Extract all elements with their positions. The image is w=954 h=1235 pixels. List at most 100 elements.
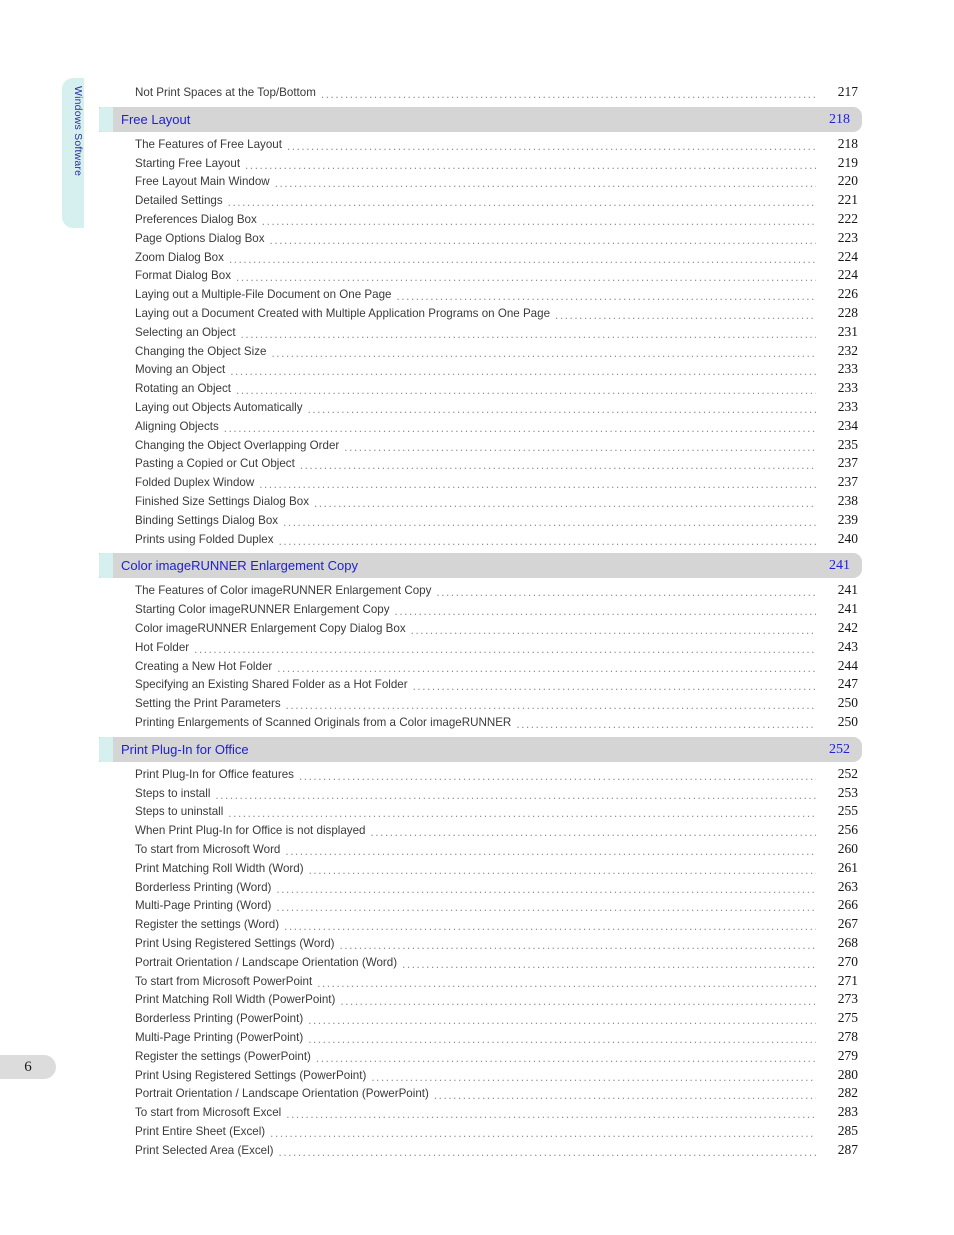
toc-entry[interactable]: Portrait Orientation / Landscape Orienta…	[135, 1085, 858, 1104]
toc-entry[interactable]: Laying out a Multiple-File Document on O…	[135, 286, 858, 305]
toc-leader-dots	[370, 828, 816, 841]
toc-entry[interactable]: Selecting an Object 231	[135, 324, 858, 343]
toc-entry[interactable]: Print Plug-In for Office features 252	[135, 766, 858, 785]
toc-entry[interactable]: Detailed Settings 221	[135, 192, 858, 211]
toc-entry[interactable]: Pasting a Copied or Cut Object 237	[135, 455, 858, 474]
toc-entry[interactable]: Portrait Orientation / Landscape Orienta…	[135, 954, 858, 973]
toc-entry[interactable]: Page Options Dialog Box 223	[135, 230, 858, 249]
toc-entry[interactable]: Hot Folder 243	[135, 639, 858, 658]
toc-entry[interactable]: Starting Free Layout 219	[135, 155, 858, 174]
toc-entry-title: Multi-Page Printing (PowerPoint)	[135, 1031, 304, 1044]
toc-leader-dots	[300, 461, 816, 474]
toc-entry[interactable]: Specifying an Existing Shared Folder as …	[135, 676, 858, 695]
toc-entry[interactable]: Borderless Printing (PowerPoint) 275	[135, 1010, 858, 1029]
toc-entry[interactable]: Starting Color imageRUNNER Enlargement C…	[135, 601, 858, 620]
toc-leader-dots	[228, 198, 816, 211]
toc-entry[interactable]: Color imageRUNNER Enlargement Copy Dialo…	[135, 620, 858, 639]
section-header-page-number: 241	[829, 558, 850, 574]
toc-entry[interactable]: Steps to install 253	[135, 785, 858, 804]
toc-entry[interactable]: Print Matching Roll Width (PowerPoint) 27…	[135, 991, 858, 1010]
toc-leader-dots	[283, 518, 816, 531]
toc-entry-page-number: 224	[837, 248, 858, 264]
toc-leader-dots	[224, 424, 816, 437]
toc-entry-title: Moving an Object	[135, 363, 226, 377]
toc-entry[interactable]: Zoom Dialog Box 224	[135, 249, 858, 268]
toc-entry[interactable]: The Features of Color imageRUNNER Enlarg…	[135, 582, 858, 601]
toc-entry-title: Prints using Folded Duplex	[135, 532, 274, 546]
toc-entry[interactable]: Moving an Object 233	[135, 361, 858, 380]
toc-entry[interactable]: Steps to uninstall 255	[135, 803, 858, 822]
toc-entry[interactable]: Not Print Spaces at the Top/Bottom 217	[135, 84, 858, 103]
toc-entry-title: Borderless Printing (PowerPoint)	[135, 1012, 304, 1026]
toc-entry[interactable]: Print Using Registered Settings (PowerPo…	[135, 1067, 858, 1086]
toc-entry[interactable]: Setting the Print Parameters 250	[135, 695, 858, 714]
toc-entry[interactable]: Creating a New Hot Folder 244	[135, 658, 858, 677]
toc-entry-page-number: 242	[837, 620, 858, 635]
toc-entry-page-number: 233	[837, 399, 858, 414]
toc-entry-page-number: 279	[837, 1047, 858, 1063]
toc-entry-title: Print Plug-In for Office features	[135, 767, 294, 781]
toc-entry[interactable]: Finished Size Settings Dialog Box 238	[135, 493, 858, 512]
toc-entry-page-number: 273	[837, 991, 858, 1007]
toc-entry[interactable]: Binding Settings Dialog Box 239	[135, 512, 858, 531]
toc-entry-page-number: 256	[837, 822, 858, 838]
toc-leader-dots	[228, 809, 816, 822]
toc-entry-title: The Features of Color imageRUNNER Enlarg…	[135, 584, 432, 598]
toc-entry-title: Print Entire Sheet (Excel)	[135, 1125, 266, 1138]
toc-entry[interactable]: Print Entire Sheet (Excel) 285	[135, 1123, 858, 1142]
toc-leader-dots	[287, 142, 816, 155]
toc-entry[interactable]: Preferences Dialog Box 222	[135, 211, 858, 230]
toc-entry[interactable]: Laying out a Document Created with Multi…	[135, 305, 858, 324]
toc-leader-dots	[309, 866, 816, 879]
toc-entry[interactable]: When Print Plug-In for Office is not dis…	[135, 822, 858, 841]
toc-section-header[interactable]: Free Layout 218	[99, 106, 862, 132]
toc-entry-title: Print Selected Area (Excel)	[135, 1143, 274, 1157]
toc-entry-page-number: 233	[837, 380, 858, 396]
toc-entry[interactable]: Aligning Objects 234	[135, 418, 858, 437]
toc-entry[interactable]: Register the settings (Word) 267	[135, 916, 858, 935]
toc-entry[interactable]: Free Layout Main Window 220	[135, 173, 858, 192]
toc-section-header[interactable]: Print Plug-In for Office 252	[99, 736, 862, 762]
toc-entry[interactable]: Register the settings (PowerPoint) 279	[135, 1048, 858, 1067]
toc-entry[interactable]: Changing the Object Overlapping Order 235	[135, 437, 858, 456]
toc-entry[interactable]: The Features of Free Layout 218	[135, 136, 858, 155]
toc-leader-dots	[436, 588, 816, 601]
toc-leader-dots	[286, 1110, 816, 1123]
toc-entry[interactable]: Multi-Page Printing (Word) 266	[135, 897, 858, 916]
toc-section-header[interactable]: Color imageRUNNER Enlargement Copy 241	[99, 553, 862, 579]
toc-entry[interactable]: Printing Enlargements of Scanned Origina…	[135, 714, 858, 733]
toc-entry[interactable]: Print Selected Area (Excel) 287	[135, 1142, 858, 1161]
toc-leader-dots	[308, 1016, 816, 1029]
toc-entry-title: The Features of Free Layout	[135, 137, 282, 151]
toc-leader-dots	[215, 791, 816, 804]
toc-entry-title: Binding Settings Dialog Box	[135, 513, 279, 527]
toc-entry-page-number: 282	[837, 1085, 858, 1101]
toc-leader-dots	[277, 664, 816, 677]
toc-entry[interactable]: Laying out Objects Automatically 233	[135, 399, 858, 418]
toc-entry[interactable]: Changing the Object Size 232	[135, 343, 858, 362]
toc-entry-title: Portrait Orientation / Landscape Orienta…	[135, 955, 398, 969]
toc-entry-title: Portrait Orientation / Landscape Orienta…	[135, 1087, 429, 1101]
toc-leader-dots	[229, 255, 816, 268]
toc-entry[interactable]: Borderless Printing (Word) 263	[135, 879, 858, 898]
toc-entry-page-number: 222	[837, 211, 858, 226]
toc-leader-dots	[314, 499, 816, 512]
toc-entry-page-number: 271	[837, 972, 858, 988]
toc-entry-page-number: 250	[837, 695, 858, 711]
toc-entry[interactable]: Multi-Page Printing (PowerPoint) 278	[135, 1029, 858, 1048]
toc-entry[interactable]: To start from Microsoft Excel 283	[135, 1104, 858, 1123]
toc-entry-page-number: 238	[837, 493, 858, 508]
toc-entry[interactable]: To start from Microsoft PowerPoint 271	[135, 973, 858, 992]
toc-entry-page-number: 228	[837, 305, 858, 320]
toc-entry[interactable]: Format Dialog Box 224	[135, 267, 858, 286]
toc-entry[interactable]: Rotating an Object 233	[135, 380, 858, 399]
toc-entry[interactable]: Print Matching Roll Width (Word) 261	[135, 860, 858, 879]
toc-entry[interactable]: To start from Microsoft Word 260	[135, 841, 858, 860]
toc-entry[interactable]: Prints using Folded Duplex 240	[135, 531, 858, 550]
toc-entry[interactable]: Folded Duplex Window 237	[135, 474, 858, 493]
toc-leader-dots	[279, 1148, 816, 1161]
toc-leader-dots	[194, 645, 816, 658]
toc-entry-title: When Print Plug-In for Office is not dis…	[135, 824, 366, 838]
toc-entry-title: Folded Duplex Window	[135, 476, 255, 490]
toc-entry[interactable]: Print Using Registered Settings (Word) 26…	[135, 935, 858, 954]
